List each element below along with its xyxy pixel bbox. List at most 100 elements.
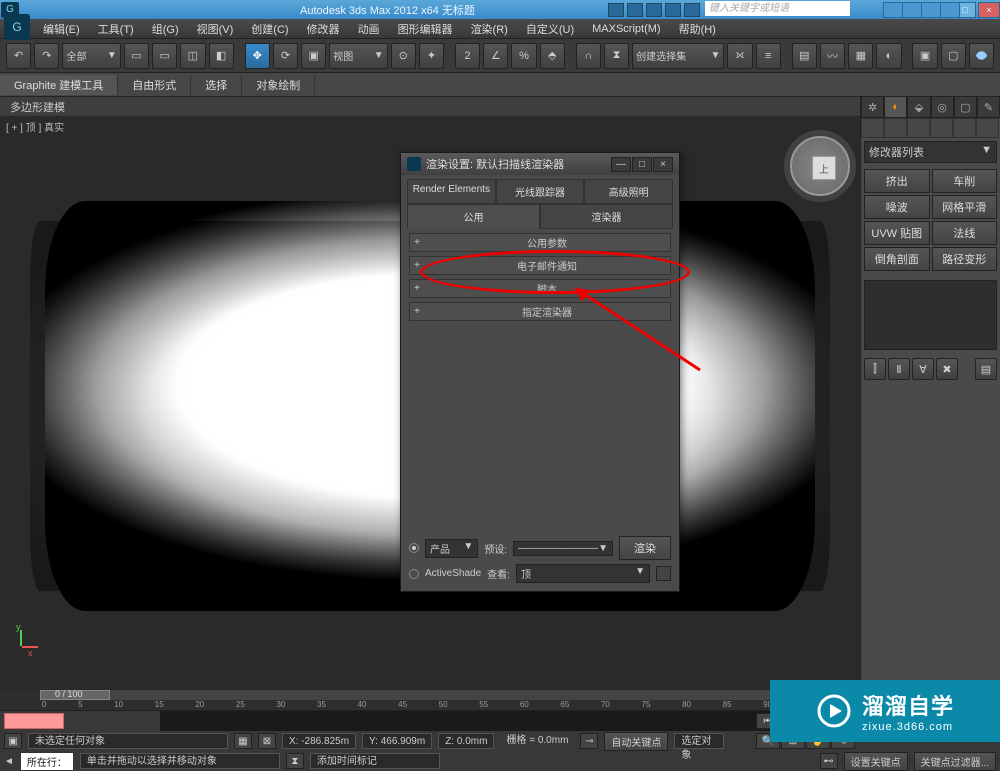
rollout-email[interactable]: +电子邮件通知 bbox=[409, 256, 671, 275]
menu-modifiers[interactable]: 修改器 bbox=[298, 19, 349, 39]
mod-button[interactable]: 噪波 bbox=[864, 195, 930, 219]
remove-mod-icon[interactable]: ✖ bbox=[936, 358, 958, 380]
tab-advanced-lighting[interactable]: 高级照明 bbox=[584, 179, 673, 203]
rollout-assign-renderer[interactable]: +指定渲染器 bbox=[409, 302, 671, 321]
pin-stack-icon[interactable]: ⫿ bbox=[864, 358, 886, 380]
subcat-icon[interactable] bbox=[930, 118, 953, 138]
scale-icon[interactable]: ▣ bbox=[301, 43, 326, 69]
ribbon-tab-selection[interactable]: 选择 bbox=[191, 75, 242, 95]
display-tab-icon[interactable]: ▢ bbox=[954, 96, 977, 118]
tab-renderer[interactable]: 渲染器 bbox=[540, 204, 673, 229]
mod-button[interactable]: 挤出 bbox=[864, 169, 930, 193]
key-mode-icon[interactable]: ⊸ bbox=[580, 733, 598, 749]
material-editor-icon[interactable]: ◐ bbox=[876, 43, 901, 69]
production-radio[interactable] bbox=[409, 543, 419, 553]
question-icon[interactable] bbox=[940, 2, 960, 18]
selected-objects[interactable]: 选定对象 bbox=[674, 733, 724, 749]
redo-icon[interactable]: ↷ bbox=[34, 43, 59, 69]
configure-sets-icon[interactable]: ▤ bbox=[975, 358, 997, 380]
render-button[interactable]: 渲染 bbox=[619, 536, 671, 560]
render-icon[interactable] bbox=[969, 43, 994, 69]
help-icon[interactable] bbox=[883, 2, 903, 18]
trackbar-key[interactable] bbox=[4, 713, 64, 729]
mod-button[interactable]: 路径变形 bbox=[932, 247, 998, 271]
close-button[interactable]: × bbox=[978, 2, 1000, 18]
tab-raytracer[interactable]: 光线跟踪器 bbox=[496, 179, 585, 203]
activeshade-radio[interactable] bbox=[409, 569, 419, 579]
modifier-list-dropdown[interactable]: 修改器列表▼ bbox=[864, 141, 997, 163]
unique-icon[interactable]: ∀ bbox=[912, 358, 934, 380]
mirror-tool-icon[interactable]: ⟗ bbox=[727, 43, 752, 69]
refcoord-dropdown[interactable]: 视图▼ bbox=[329, 43, 387, 69]
align-icon[interactable]: ≡ bbox=[756, 43, 781, 69]
rotate-icon[interactable]: ⟳ bbox=[273, 43, 298, 69]
mod-button[interactable]: 网格平滑 bbox=[932, 195, 998, 219]
viewcube[interactable] bbox=[790, 136, 850, 196]
menu-edit[interactable]: 编辑(E) bbox=[34, 19, 89, 39]
menu-group[interactable]: 组(G) bbox=[143, 19, 188, 39]
lock-icon[interactable]: ⊠ bbox=[258, 733, 276, 749]
coord-y[interactable]: Y: 466.909m bbox=[362, 733, 432, 749]
layer-icon[interactable]: ▤ bbox=[792, 43, 817, 69]
lock-view-icon[interactable] bbox=[656, 566, 671, 581]
render-setup-icon[interactable]: ▣ bbox=[912, 43, 937, 69]
render-frame-icon[interactable]: ▢ bbox=[941, 43, 966, 69]
menu-help[interactable]: 帮助(H) bbox=[670, 19, 725, 39]
preset-dropdown[interactable]: ————————▼ bbox=[513, 541, 613, 556]
coord-z[interactable]: Z: 0.0mm bbox=[438, 733, 494, 749]
dialog-minimize-button[interactable]: — bbox=[611, 157, 631, 172]
schematic-icon[interactable]: ▦ bbox=[848, 43, 873, 69]
motion-tab-icon[interactable]: ◎ bbox=[931, 96, 954, 118]
timetag-icon[interactable]: ⧗ bbox=[286, 753, 304, 769]
time-tag[interactable]: 添加时间标记 bbox=[310, 753, 440, 769]
subcat-icon[interactable] bbox=[861, 118, 884, 138]
hierarchy-tab-icon[interactable]: ⬙ bbox=[907, 96, 930, 118]
angle-snap-icon[interactable]: ∠ bbox=[483, 43, 508, 69]
named-selection[interactable]: 创建选择集▼ bbox=[632, 43, 724, 69]
menu-grapheditors[interactable]: 图形编辑器 bbox=[389, 19, 462, 39]
coord-x[interactable]: X: -286.825m bbox=[282, 733, 356, 749]
menu-maxscript[interactable]: MAXScript(M) bbox=[583, 21, 669, 37]
menu-tools[interactable]: 工具(T) bbox=[89, 19, 143, 39]
menu-animation[interactable]: 动画 bbox=[349, 19, 389, 39]
modify-tab-icon[interactable]: ◐ bbox=[884, 96, 907, 118]
key-icon[interactable]: ⊷ bbox=[820, 753, 838, 769]
script-listener[interactable]: 所在行： bbox=[20, 752, 74, 771]
select-icon[interactable]: ▭ bbox=[124, 43, 149, 69]
manip-icon[interactable]: ✦ bbox=[419, 43, 444, 69]
selection-lock-icon[interactable]: ▣ bbox=[4, 733, 22, 749]
rollout-scripts[interactable]: +脚本 bbox=[409, 279, 671, 298]
help-search[interactable]: 键入关键字或短语 bbox=[705, 1, 850, 16]
menu-rendering[interactable]: 渲染(R) bbox=[462, 19, 517, 39]
qat-icon[interactable] bbox=[646, 3, 662, 17]
percent-snap-icon[interactable]: % bbox=[511, 43, 536, 69]
spinner-snap-icon[interactable]: ⬘ bbox=[540, 43, 565, 69]
menu-create[interactable]: 创建(C) bbox=[242, 19, 297, 39]
move-icon[interactable]: ✥ bbox=[245, 43, 270, 69]
viewport-label[interactable]: [ + ] 顶 ] 真实 bbox=[6, 119, 64, 134]
subcat-icon[interactable] bbox=[976, 118, 999, 138]
dialog-close-button[interactable]: × bbox=[653, 157, 673, 172]
ribbon-tab-paint[interactable]: 对象绘制 bbox=[242, 75, 315, 95]
show-end-icon[interactable]: Ⅱ bbox=[888, 358, 910, 380]
utilities-tab-icon[interactable]: ✎ bbox=[977, 96, 1000, 118]
mirror-icon[interactable]: ⧗ bbox=[604, 43, 629, 69]
selection-filter[interactable]: 全部▼ bbox=[62, 43, 120, 69]
subcat-icon[interactable] bbox=[884, 118, 907, 138]
magnet-icon[interactable]: ∩ bbox=[576, 43, 601, 69]
menu-customize[interactable]: 自定义(U) bbox=[517, 19, 583, 39]
tab-common[interactable]: 公用 bbox=[407, 204, 540, 229]
select-region-icon[interactable]: ◫ bbox=[180, 43, 205, 69]
mod-button[interactable]: 车削 bbox=[932, 169, 998, 193]
mod-button[interactable]: UVW 贴图 bbox=[864, 221, 930, 245]
isolate-icon[interactable]: ▦ bbox=[234, 733, 252, 749]
setkey-button[interactable]: 设置关键点 bbox=[844, 752, 908, 771]
production-dropdown[interactable]: 产品▼ bbox=[425, 539, 478, 558]
mod-button[interactable]: 法线 bbox=[932, 221, 998, 245]
window-crossing-icon[interactable]: ◧ bbox=[209, 43, 234, 69]
signin-icon[interactable] bbox=[902, 2, 922, 18]
rollout-common-params[interactable]: +公用参数 bbox=[409, 233, 671, 252]
subcat-icon[interactable] bbox=[907, 118, 930, 138]
qat-icon[interactable] bbox=[665, 3, 681, 17]
tab-render-elements[interactable]: Render Elements bbox=[407, 179, 496, 203]
